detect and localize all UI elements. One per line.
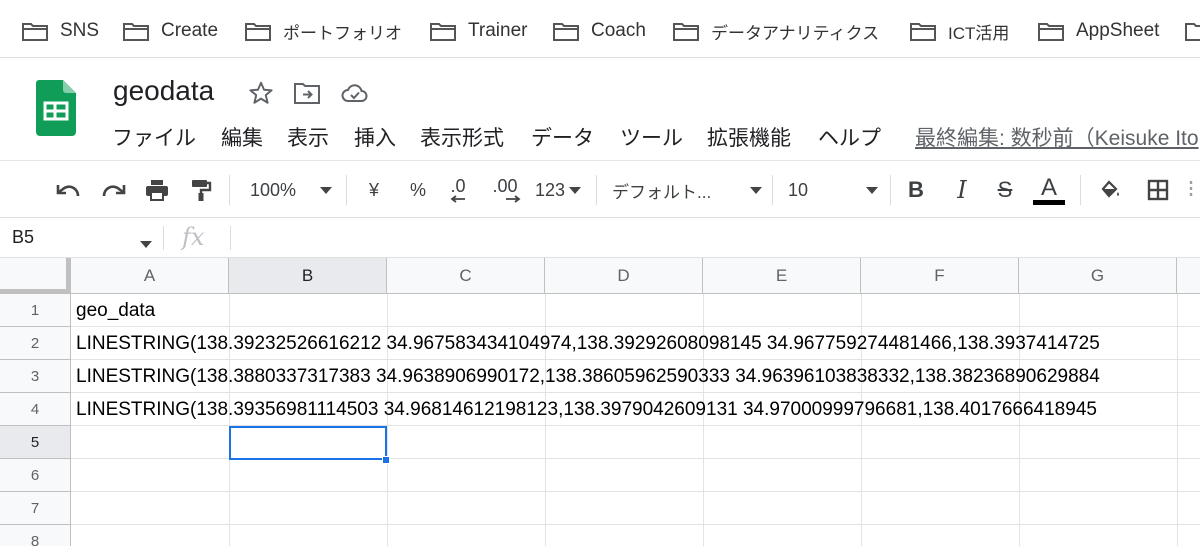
increase-decimal-button[interactable]: .00: [484, 173, 526, 207]
folder-icon: [1038, 22, 1064, 41]
font-family-value: デフォルト...: [612, 182, 712, 202]
bookmark-label: SNS: [60, 20, 100, 41]
bookmark-label: AppSheet: [1076, 20, 1160, 41]
select-all-corner[interactable]: [0, 258, 71, 294]
spreadsheet-grid: A B C D E F G 1 2 3 4 5 6 7 8 geo_data L…: [0, 258, 1200, 546]
star-icon[interactable]: [246, 78, 276, 108]
folder-icon: [430, 22, 456, 41]
cloud-saved-icon[interactable]: [340, 78, 370, 108]
bookmark-label: Create: [161, 20, 219, 41]
row-header-8[interactable]: 8: [0, 525, 71, 546]
formula-input[interactable]: [240, 226, 1180, 250]
folder-icon: [553, 22, 579, 41]
more-formats-label: 123: [534, 179, 566, 200]
bookmark-trainer[interactable]: Trainer: [430, 17, 527, 45]
bookmark-ict[interactable]: ICT活用: [910, 17, 1009, 45]
column-header-c[interactable]: C: [387, 258, 545, 294]
cell-a2[interactable]: LINESTRING(138.39232526616212 34.9675834…: [76, 328, 1100, 360]
strikethrough-button[interactable]: S: [990, 173, 1020, 207]
menu-file[interactable]: ファイル: [112, 122, 196, 152]
last-edit-link[interactable]: 最終編集: 数秒前（Keisuke Ito: [915, 122, 1199, 152]
menu-data[interactable]: データ: [531, 122, 594, 152]
column-header-h[interactable]: [1177, 258, 1200, 294]
menu-help[interactable]: ヘルプ: [818, 122, 881, 152]
folder-icon: [673, 22, 699, 41]
bold-button[interactable]: B: [902, 173, 930, 207]
menu-edit[interactable]: 編集: [221, 122, 263, 152]
move-to-folder-icon[interactable]: [292, 78, 322, 108]
bookmarks-bar: SNS Create ポートフォリオ Trainer Coach データアナリテ…: [0, 0, 1200, 58]
selected-cell-b5[interactable]: [229, 426, 387, 460]
folder-icon: [123, 22, 149, 41]
sheets-logo-icon[interactable]: [36, 80, 76, 136]
row-header-7[interactable]: 7: [0, 492, 71, 525]
bookmark-coach[interactable]: Coach: [553, 17, 646, 45]
percent-format-button[interactable]: %: [404, 173, 432, 207]
borders-icon[interactable]: [1142, 173, 1174, 207]
cell-a4[interactable]: LINESTRING(138.39356981114503 34.9681461…: [76, 394, 1097, 426]
font-family-select[interactable]: デフォルト...: [612, 173, 762, 207]
column-header-f[interactable]: F: [861, 258, 1019, 294]
bookmark-label: ポートフォリオ: [283, 23, 402, 43]
bookmark-label: Coach: [591, 20, 646, 41]
bookmark-overflow[interactable]: [1185, 17, 1200, 45]
column-header-g[interactable]: G: [1019, 258, 1177, 294]
bookmark-create[interactable]: Create: [123, 17, 218, 45]
fill-color-icon[interactable]: [1094, 173, 1126, 207]
column-header-b[interactable]: B: [229, 258, 387, 294]
paint-format-icon[interactable]: [184, 173, 218, 207]
row-header-6[interactable]: 6: [0, 459, 71, 492]
folder-icon: [22, 22, 48, 41]
row-header-4[interactable]: 4: [0, 393, 71, 426]
bookmark-sns[interactable]: SNS: [22, 17, 99, 45]
name-box-chevron-icon[interactable]: [140, 235, 152, 253]
document-title[interactable]: geodata: [113, 75, 214, 107]
text-color-button[interactable]: A: [1032, 173, 1066, 207]
row-header-5[interactable]: 5: [0, 426, 71, 459]
folder-icon: [910, 22, 936, 41]
currency-format-button[interactable]: ¥: [360, 173, 388, 207]
zoom-select[interactable]: 100%: [245, 173, 337, 207]
bookmark-data-analytics[interactable]: データアナリティクス: [673, 17, 879, 45]
font-size-value: 10: [788, 179, 809, 200]
row-header-3[interactable]: 3: [0, 360, 71, 393]
bookmark-appsheet[interactable]: AppSheet: [1038, 17, 1159, 45]
increase-decimal-label: .00: [492, 176, 518, 196]
italic-button[interactable]: I: [948, 173, 976, 207]
folder-icon: [1185, 22, 1200, 41]
fill-handle[interactable]: [382, 456, 390, 464]
column-header-e[interactable]: E: [703, 258, 861, 294]
decrease-decimal-label: .0: [450, 176, 466, 196]
print-icon[interactable]: [140, 173, 174, 207]
undo-icon[interactable]: [52, 173, 86, 207]
row-header-1[interactable]: 1: [0, 294, 71, 327]
bookmark-label: ICT活用: [948, 23, 1010, 43]
cell-a1[interactable]: geo_data: [76, 295, 155, 327]
menu-extensions[interactable]: 拡張機能: [707, 122, 791, 152]
name-box[interactable]: B5: [12, 227, 34, 248]
menu-tools[interactable]: ツール: [620, 122, 683, 152]
fx-icon: fx: [182, 223, 205, 251]
folder-icon: [245, 22, 271, 41]
bookmark-label: Trainer: [468, 20, 528, 41]
menu-view[interactable]: 表示: [287, 122, 329, 152]
font-size-select[interactable]: 10: [788, 173, 878, 207]
menu-format[interactable]: 表示形式: [420, 122, 504, 152]
redo-icon[interactable]: [96, 173, 130, 207]
merge-cells-icon[interactable]: [1186, 173, 1200, 207]
toolbar: 100% ¥ % .0 .00 123 デフォルト... 10 B I S A: [0, 160, 1200, 218]
decrease-decimal-button[interactable]: .0: [440, 173, 476, 207]
bookmark-portfolio[interactable]: ポートフォリオ: [245, 17, 402, 45]
column-header-a[interactable]: A: [71, 258, 229, 294]
more-formats-button[interactable]: 123: [530, 173, 586, 207]
formula-bar: B5 fx: [0, 218, 1200, 258]
zoom-value: 100%: [249, 179, 297, 200]
menu-insert[interactable]: 挿入: [354, 122, 396, 152]
row-header-2[interactable]: 2: [0, 327, 71, 360]
text-color-swatch: [1033, 199, 1065, 205]
bookmark-label: データアナリティクス: [711, 23, 880, 43]
text-color-label: A: [1040, 173, 1057, 201]
cell-a3[interactable]: LINESTRING(138.3880337317383 34.96389069…: [76, 361, 1100, 393]
column-header-d[interactable]: D: [545, 258, 703, 294]
